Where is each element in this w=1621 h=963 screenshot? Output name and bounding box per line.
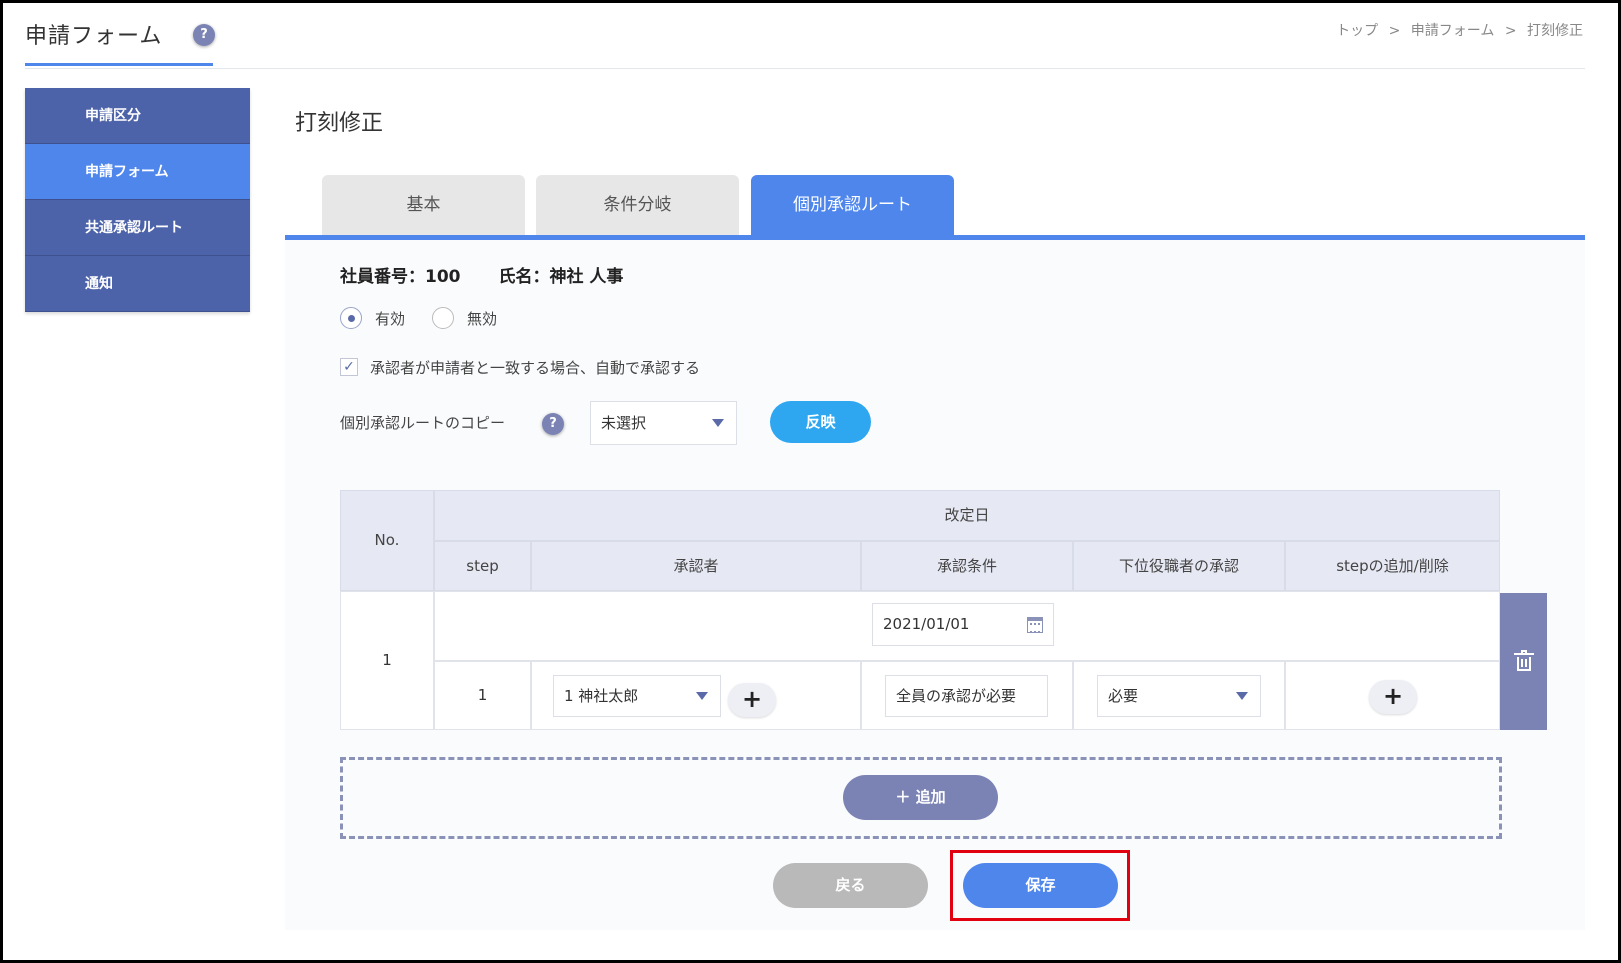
trash-icon <box>1514 650 1534 671</box>
help-icon[interactable]: ? <box>193 24 215 46</box>
col-header-condition: 承認条件 <box>861 541 1073 591</box>
condition-select-value: 全員の承認が必要 <box>896 687 1017 705</box>
col-header-step: step <box>434 541 531 591</box>
employee-number: 社員番号：100 <box>340 267 461 287</box>
tab-individual-route[interactable]: 個別承認ルート <box>751 175 954 235</box>
revision-date-value: 2021/01/01 <box>883 615 970 633</box>
chevron-down-icon <box>712 419 724 427</box>
breadcrumb: トップ > 申請フォーム > 打刻修正 <box>1333 20 1586 40</box>
breadcrumb-item-current: 打刻修正 <box>1527 23 1583 39</box>
chevron-down-icon <box>1236 692 1248 700</box>
col-header-step-add-remove: stepの追加/削除 <box>1285 541 1500 591</box>
back-button[interactable]: 戻る <box>773 863 928 908</box>
add-step-button[interactable]: + <box>1369 680 1417 714</box>
col-header-revision-date: 改定日 <box>434 490 1500 541</box>
route-copy-help-icon[interactable]: ? <box>542 413 564 435</box>
subordinate-approval-value: 必要 <box>1108 687 1139 705</box>
sidebar-item-common-route[interactable]: 共通承認ルート <box>25 200 250 256</box>
app-title: 申請フォーム <box>25 24 163 49</box>
auto-approve-label: 承認者が申請者と一致する場合、自動で承認する <box>370 359 701 377</box>
sidebar: 申請区分 申請フォーム 共通承認ルート 通知 <box>25 88 250 312</box>
delete-row-button[interactable] <box>1500 593 1547 730</box>
add-button[interactable]: ＋ 追加 <box>843 775 998 820</box>
col-header-subordinate-approval: 下位役職者の承認 <box>1073 541 1285 591</box>
add-approver-button[interactable]: + <box>728 683 776 717</box>
approver-select-value: 1 神社太郎 <box>564 687 639 705</box>
approver-select[interactable]: 1 神社太郎 <box>553 675 721 717</box>
route-copy-select[interactable]: 未選択 <box>590 401 737 445</box>
radio-valid[interactable] <box>340 307 362 329</box>
sidebar-item-notification[interactable]: 通知 <box>25 256 250 312</box>
breadcrumb-item-top[interactable]: トップ <box>1336 23 1378 39</box>
tab-conditional-branch[interactable]: 条件分岐 <box>536 175 739 235</box>
sidebar-item-application-category[interactable]: 申請区分 <box>25 88 250 144</box>
page-title: 打刻修正 <box>295 111 384 136</box>
breadcrumb-separator: > <box>1504 23 1517 39</box>
chevron-down-icon <box>696 692 708 700</box>
employee-name: 氏名：神社 人事 <box>498 267 624 287</box>
sidebar-item-application-form[interactable]: 申請フォーム <box>25 144 250 200</box>
reflect-button[interactable]: 反映 <box>770 401 871 443</box>
col-header-no: No. <box>340 490 434 591</box>
breadcrumb-separator: > <box>1388 23 1401 39</box>
route-copy-label: 個別承認ルートのコピー <box>340 414 506 432</box>
route-copy-select-value: 未選択 <box>601 414 647 432</box>
cell-no: 1 <box>340 591 434 730</box>
breadcrumb-item-form[interactable]: 申請フォーム <box>1411 23 1495 39</box>
tab-basic[interactable]: 基本 <box>322 175 525 235</box>
cell-step: 1 <box>434 661 531 730</box>
condition-select[interactable]: 全員の承認が必要 <box>885 675 1048 717</box>
subordinate-approval-select[interactable]: 必要 <box>1097 675 1261 717</box>
title-underline <box>25 63 213 66</box>
radio-valid-label: 有効 <box>375 310 406 328</box>
col-header-approver: 承認者 <box>531 541 861 591</box>
save-button-highlight <box>950 850 1130 921</box>
radio-invalid[interactable] <box>432 307 454 329</box>
auto-approve-checkbox[interactable]: ✓ <box>340 358 358 376</box>
radio-invalid-label: 無効 <box>467 310 498 328</box>
revision-date-input[interactable]: 2021/01/01 <box>872 603 1054 646</box>
employee-info: 社員番号：100 氏名：神社 人事 <box>340 262 623 287</box>
calendar-icon[interactable] <box>1027 617 1043 633</box>
header-divider <box>25 68 1585 69</box>
